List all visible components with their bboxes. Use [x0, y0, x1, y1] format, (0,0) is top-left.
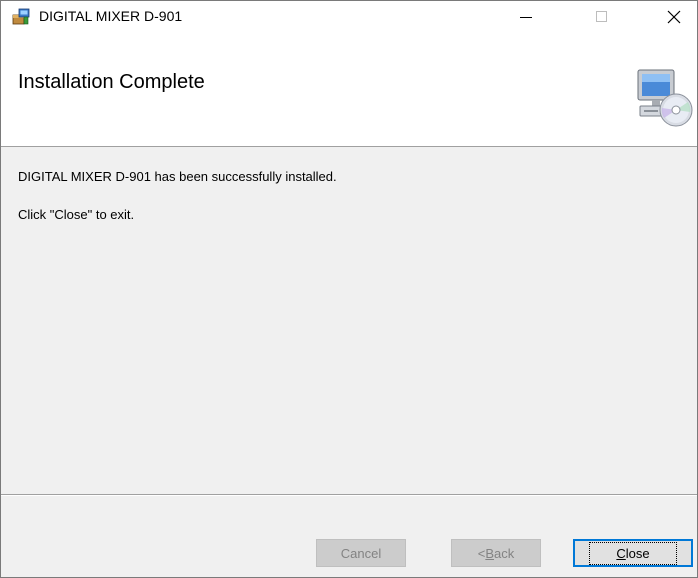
- maximize-icon: [596, 10, 607, 22]
- installer-package-icon: [12, 8, 30, 25]
- minimize-icon: [520, 16, 532, 18]
- content-area: DIGITAL MIXER D-901 has been successfull…: [1, 147, 697, 493]
- footer-divider: [1, 494, 697, 496]
- close-icon: [667, 10, 681, 23]
- header-banner: Installation Complete: [1, 32, 697, 147]
- success-message: DIGITAL MIXER D-901 has been successfull…: [18, 169, 337, 184]
- close-focus-rect: Close: [589, 541, 677, 565]
- close-accelerator: C: [616, 545, 626, 561]
- back-accelerator: B: [485, 545, 495, 561]
- back-label: ack: [494, 545, 515, 561]
- maximize-button[interactable]: [579, 1, 625, 32]
- back-button[interactable]: < Back: [451, 539, 541, 567]
- window-title: DIGITAL MIXER D-901: [39, 8, 183, 24]
- computer-cd-icon: [637, 69, 693, 127]
- title-bar[interactable]: DIGITAL MIXER D-901: [1, 1, 697, 32]
- close-window-button[interactable]: [651, 1, 697, 32]
- installer-window: DIGITAL MIXER D-901 Installation Complet…: [0, 0, 698, 578]
- exit-instruction: Click "Close" to exit.: [18, 207, 135, 222]
- close-label: lose: [625, 545, 650, 561]
- back-prefix: <: [477, 545, 486, 561]
- minimize-button[interactable]: [503, 1, 549, 32]
- cancel-button[interactable]: Cancel: [316, 539, 406, 567]
- close-button[interactable]: Close: [573, 539, 693, 567]
- page-title: Installation Complete: [18, 71, 205, 93]
